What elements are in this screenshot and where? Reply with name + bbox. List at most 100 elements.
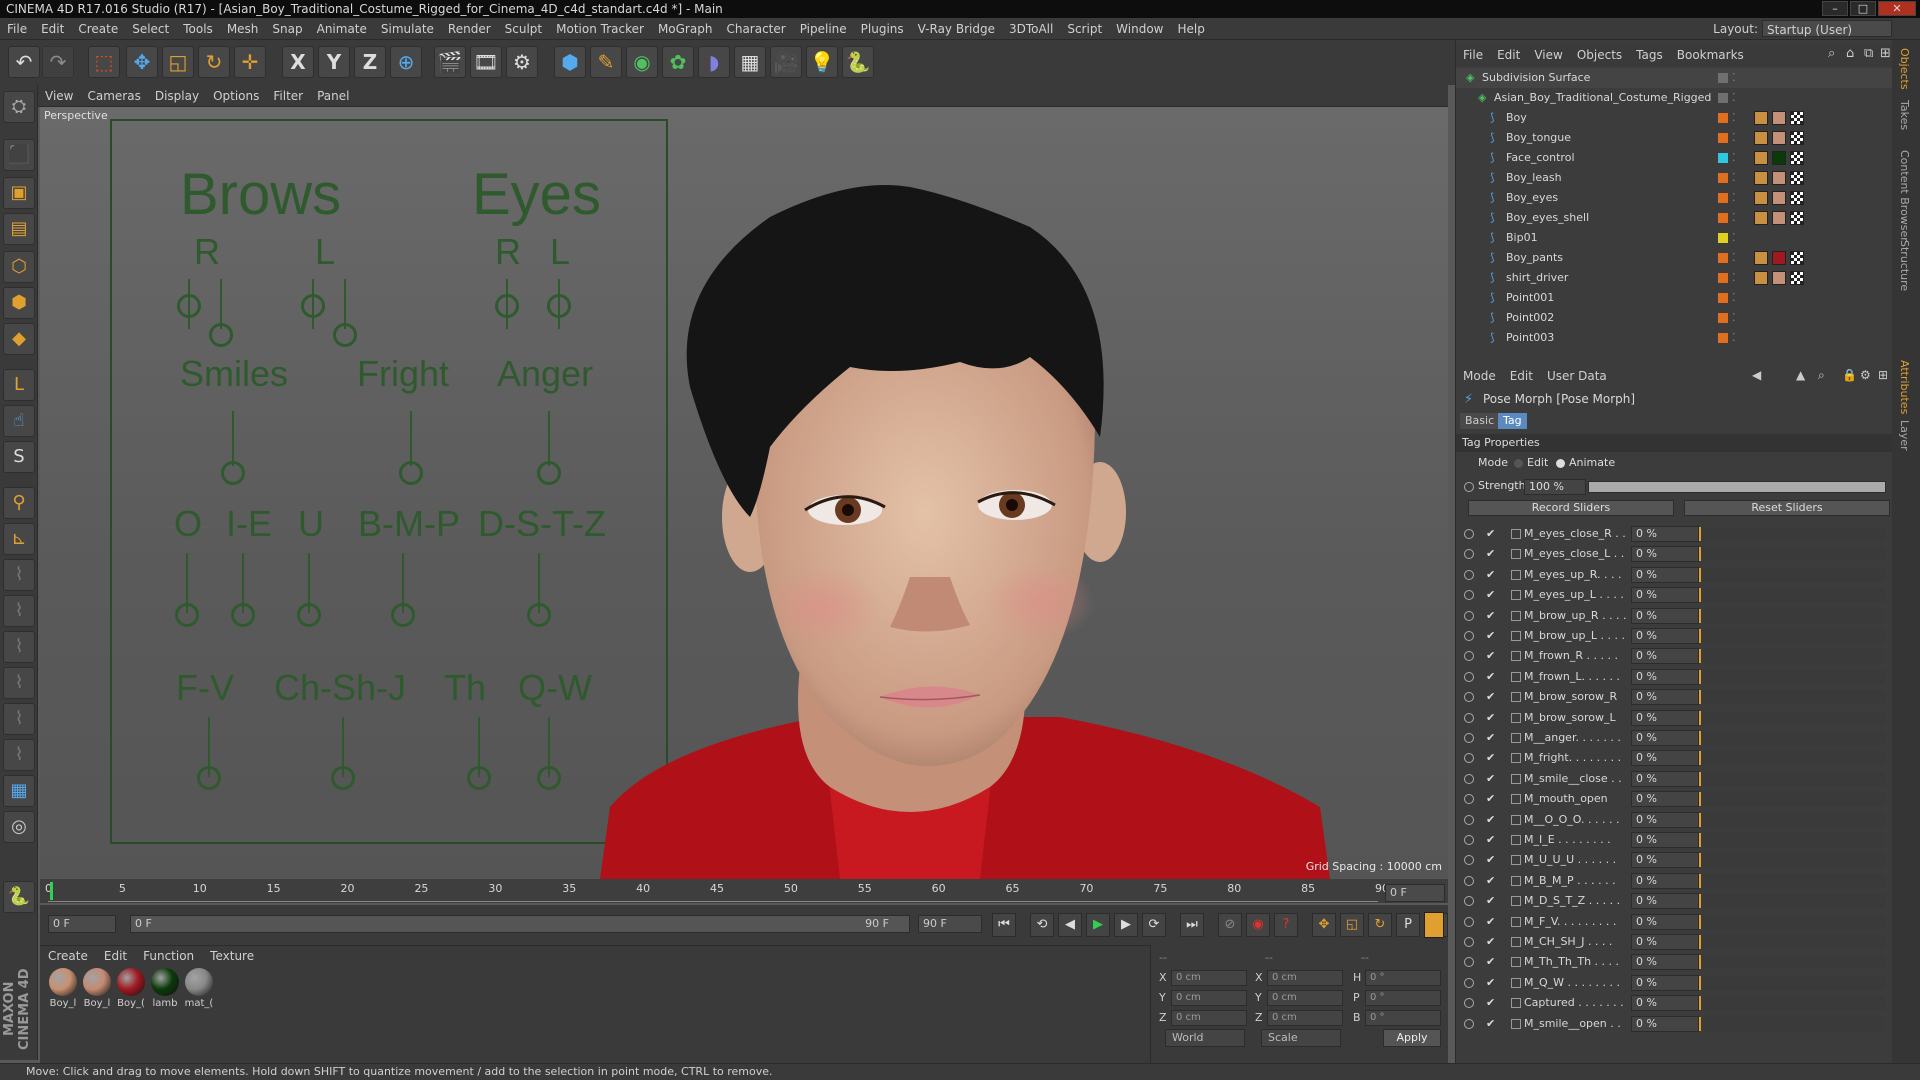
morph-anim-icon[interactable] <box>1464 549 1474 560</box>
object-menu-tags[interactable]: Tags <box>1629 44 1670 66</box>
viseme-ie-knob[interactable] <box>231 603 255 627</box>
subdivision-icon[interactable]: ◉ <box>626 46 658 78</box>
viewport-menu-view[interactable]: View <box>38 85 80 107</box>
search-icon[interactable]: ⌕ <box>1828 46 1835 61</box>
menu-item-sculpt[interactable]: Sculpt <box>498 18 549 40</box>
morph-anim-icon[interactable] <box>1464 651 1474 662</box>
morph-value-field[interactable]: 0 % <box>1631 566 1699 583</box>
close-button[interactable]: ✕ <box>1878 1 1916 16</box>
morph-row[interactable]: ✔ Captured . . . . . . . 0 % <box>1456 993 1893 1013</box>
workplane-icon[interactable]: ⊾ <box>3 523 35 555</box>
y-axis-icon[interactable]: Y <box>318 46 350 78</box>
apply-button[interactable]: Apply <box>1383 1029 1441 1047</box>
object-row[interactable]: ⟆ Point002 ⁚ <box>1456 308 1893 328</box>
morph-enable-checkbox[interactable]: ✔ <box>1486 993 1495 1013</box>
object-row[interactable]: ⟆ Point001 ⁚ <box>1456 288 1893 308</box>
morph-slider[interactable] <box>1699 649 1885 664</box>
tab-tag[interactable]: Tag <box>1498 413 1527 429</box>
morph-enable-checkbox[interactable]: ✔ <box>1486 748 1495 768</box>
visibility-dots[interactable]: ⁚ <box>1732 208 1736 228</box>
x-axis-icon[interactable]: X <box>282 46 314 78</box>
menu-item-create[interactable]: Create <box>71 18 125 40</box>
morph-anim-icon[interactable] <box>1464 610 1474 621</box>
morph-row[interactable]: ✔ M_brow_sorow_R 0 % <box>1456 687 1893 707</box>
snapping-icon[interactable]: S <box>3 441 35 473</box>
morph-slider[interactable] <box>1699 812 1885 827</box>
side-tab-content-browser[interactable]: Content Browser <box>1898 150 1911 242</box>
visibility-dots[interactable]: ⁚ <box>1732 308 1736 328</box>
morph-anim-icon[interactable] <box>1464 569 1474 580</box>
lock-icon[interactable]: 🔒 <box>1842 368 1857 382</box>
redo-icon[interactable]: ↷ <box>42 46 74 78</box>
object-menu-view[interactable]: View <box>1527 44 1569 66</box>
material-swatch[interactable]: mat_( <box>184 968 214 1009</box>
morph-row[interactable]: ✔ M_eyes_up_L . . . . 0 % <box>1456 585 1893 605</box>
viseme-th-knob[interactable] <box>467 766 491 790</box>
morph-row[interactable]: ✔ M_fright. . . . . . . . 0 % <box>1456 748 1893 768</box>
fright-knob[interactable] <box>399 461 423 485</box>
viewport-menu-options[interactable]: Options <box>206 85 266 107</box>
camera-icon[interactable]: 🎥 <box>770 46 802 78</box>
visibility-dots[interactable]: ⁚ <box>1732 88 1736 108</box>
morph-value-field[interactable]: 0 % <box>1631 750 1699 767</box>
morph-enable-checkbox[interactable]: ✔ <box>1486 912 1495 932</box>
attribute-menu-mode[interactable]: Mode <box>1456 366 1503 386</box>
next-key-icon[interactable]: ⟳ <box>1142 913 1166 937</box>
morph-slider[interactable] <box>1699 853 1885 868</box>
z-axis-icon[interactable]: Z <box>354 46 386 78</box>
morph-slider[interactable] <box>1699 690 1885 705</box>
visibility-dots[interactable]: ⁚ <box>1732 288 1736 308</box>
morph-value-field[interactable]: 0 % <box>1631 995 1699 1012</box>
morph-row[interactable]: ✔ M_frown_L. . . . . . 0 % <box>1456 667 1893 687</box>
morph-anim-icon[interactable] <box>1464 671 1474 682</box>
object-row[interactable]: ◈ Subdivision Surface ⁚ <box>1456 68 1893 88</box>
move-icon[interactable]: ✥ <box>126 46 158 78</box>
paint-tool-icon[interactable]: ⌇ <box>3 667 35 699</box>
morph-slider[interactable] <box>1699 873 1885 888</box>
visibility-dots[interactable]: ⁚ <box>1732 328 1736 348</box>
timeline-ruler[interactable]: 0 5 10 15 20 25 30 35 40 45 50 55 60 65 70 75 80 85 90 <box>45 882 1389 902</box>
morph-value-field[interactable]: 0 % <box>1631 934 1699 950</box>
tag-icon[interactable] <box>1754 151 1768 165</box>
morph-enable-checkbox[interactable]: ✔ <box>1486 932 1495 952</box>
object-row[interactable]: ⟆ Boy_pants ⁚ <box>1456 248 1893 268</box>
morph-value-field[interactable]: 0 % <box>1631 1015 1699 1032</box>
texture-tag-icon[interactable] <box>1790 111 1804 125</box>
morph-slider[interactable] <box>1699 914 1885 929</box>
side-tab-takes[interactable]: Takes <box>1898 100 1911 130</box>
morph-value-field[interactable]: 0 % <box>1631 832 1699 848</box>
visibility-dots[interactable]: ⁚ <box>1732 248 1736 268</box>
morph-anim-icon[interactable] <box>1464 875 1474 886</box>
brow-r1-knob[interactable] <box>177 294 201 318</box>
morph-slider[interactable] <box>1699 669 1885 684</box>
visibility-dots[interactable]: ⁚ <box>1732 228 1736 248</box>
mode-animate-radio[interactable] <box>1556 459 1565 468</box>
layout-dropdown[interactable]: Startup (User) <box>1762 20 1892 37</box>
morph-enable-checkbox[interactable]: ✔ <box>1486 728 1495 748</box>
eye-r-knob[interactable] <box>495 294 519 318</box>
menu-item-3dtoall[interactable]: 3DToAll <box>1002 18 1060 40</box>
object-row[interactable]: ⟆ Face_control ⁚ <box>1456 148 1893 168</box>
morph-enable-checkbox[interactable]: ✔ <box>1486 626 1495 646</box>
key-scale-icon[interactable]: ◱ <box>1340 913 1364 937</box>
material-menu-texture[interactable]: Texture <box>202 946 262 966</box>
morph-row[interactable]: ✔ M_I_E . . . . . . . . 0 % <box>1456 830 1893 850</box>
next-frame-icon[interactable]: ▶ <box>1114 913 1138 937</box>
visibility-dots[interactable]: ⁚ <box>1732 168 1736 188</box>
morph-enable-checkbox[interactable]: ✔ <box>1486 810 1495 830</box>
menu-item-plugins[interactable]: Plugins <box>854 18 911 40</box>
key-rotation-icon[interactable]: ↻ <box>1368 913 1392 937</box>
morph-slider[interactable] <box>1699 608 1885 623</box>
axis-mode-icon[interactable]: L <box>3 369 35 401</box>
viseme-o-knob[interactable] <box>175 603 199 627</box>
light-icon[interactable]: 💡 <box>806 46 838 78</box>
morph-anim-icon[interactable] <box>1464 712 1474 723</box>
strength-anim-icon[interactable] <box>1464 482 1474 492</box>
morph-enable-checkbox[interactable]: ✔ <box>1486 891 1495 911</box>
morph-enable-checkbox[interactable]: ✔ <box>1486 973 1495 993</box>
morph-anim-icon[interactable] <box>1464 692 1474 703</box>
object-row[interactable]: ⟆ Boy_eyes ⁚ <box>1456 188 1893 208</box>
morph-row[interactable]: ✔ M_brow_up_L . . . . 0 % <box>1456 626 1893 646</box>
morph-value-field[interactable]: 0 % <box>1631 628 1699 644</box>
render-view-icon[interactable]: 🎬 <box>434 46 466 78</box>
